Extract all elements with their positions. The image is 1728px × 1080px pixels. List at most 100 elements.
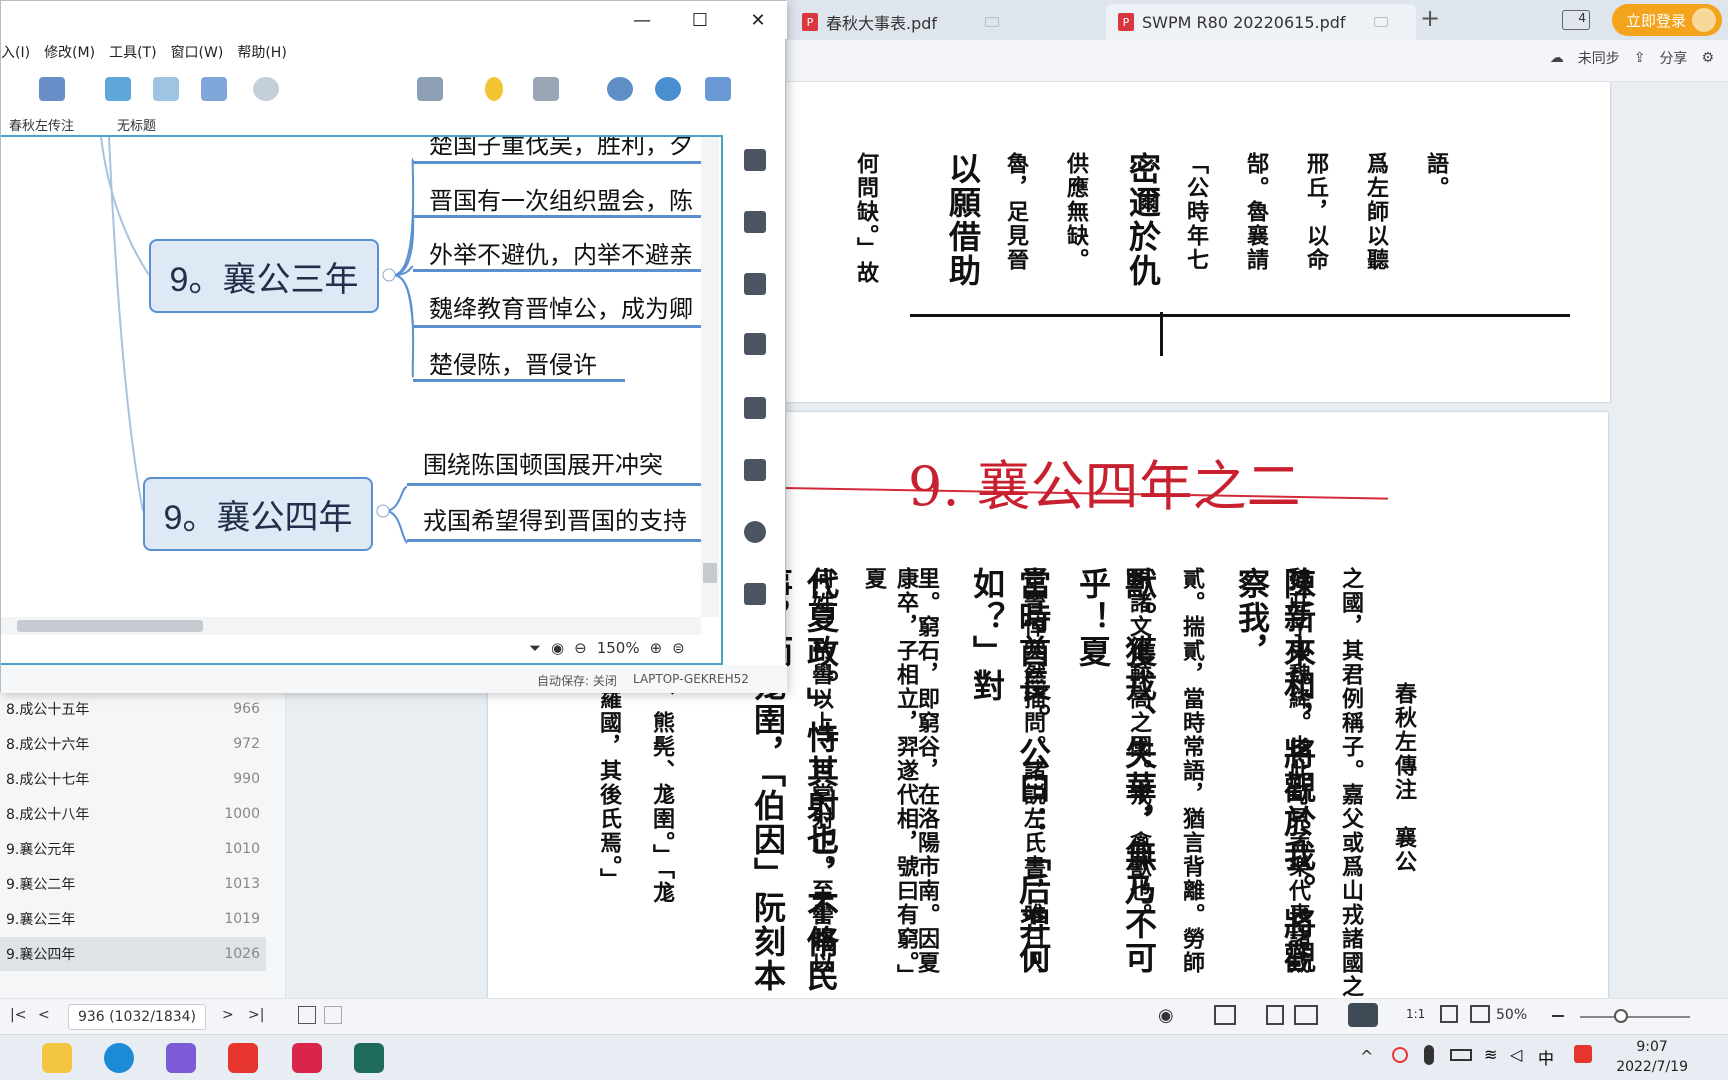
share-button[interactable]: 分享: [1659, 48, 1687, 68]
page-view-icon[interactable]: [1266, 1005, 1284, 1025]
photos-app-icon[interactable]: [166, 1043, 196, 1073]
vertical-scroll-thumb[interactable]: [703, 563, 717, 583]
format-brush-icon[interactable]: [744, 211, 766, 233]
fit-width-icon[interactable]: [1470, 1005, 1490, 1023]
clock[interactable]: 9:07 2022/7/19: [1616, 1037, 1688, 1077]
menu-window[interactable]: 窗口(W): [171, 42, 224, 62]
relationship-tool-icon[interactable]: [105, 77, 131, 101]
horizontal-scroll-thumb[interactable]: [17, 620, 203, 632]
wifi-icon[interactable]: ≋: [1484, 1045, 1497, 1064]
vertical-scrollbar[interactable]: [701, 137, 719, 617]
subtopic[interactable]: 楚侵陈，晋侵许: [429, 345, 629, 380]
next-page-icon[interactable]: >: [222, 1007, 234, 1023]
toc-item[interactable]: 8.成公十七年 990: [0, 762, 266, 796]
first-page-icon[interactable]: |<: [10, 1007, 26, 1023]
record-icon[interactable]: [1392, 1047, 1408, 1063]
tray-chevron-icon[interactable]: ^: [1360, 1047, 1373, 1066]
prev-page-icon[interactable]: <: [38, 1007, 50, 1023]
boundary-tool-icon[interactable]: [153, 77, 179, 101]
actual-size-icon[interactable]: 1:1: [1406, 1007, 1425, 1021]
menu-help[interactable]: 帮助(H): [237, 42, 286, 62]
menu-tools[interactable]: 工具(T): [109, 42, 156, 62]
image-icon[interactable]: [744, 273, 766, 295]
toc-item[interactable]: 9.襄公四年 1026: [0, 937, 266, 971]
minimize-button[interactable]: —: [613, 1, 671, 39]
login-button[interactable]: 立即登录: [1612, 4, 1722, 36]
search-icon[interactable]: [607, 77, 633, 101]
sheet-tab-untitled[interactable]: 无标题: [117, 115, 156, 134]
two-page-icon[interactable]: [1294, 1005, 1318, 1025]
subtopic[interactable]: 戎国希望得到晋国的支持: [423, 501, 703, 536]
ime-icon[interactable]: 中: [1538, 1045, 1554, 1069]
tab-preview-icon[interactable]: [985, 17, 1000, 27]
eye-icon[interactable]: ◉: [551, 639, 564, 657]
autosave-status[interactable]: 自动保存: 关闭: [537, 672, 617, 689]
menu-modify[interactable]: 修改(M): [44, 42, 95, 62]
zoom-in-icon[interactable]: ⊕: [650, 639, 663, 657]
outline-icon[interactable]: [533, 77, 559, 101]
mindmap-canvas[interactable]: 9。襄公三年 9。襄公四年 楚国子重伐吴，胜利，夕 晋国有一次组织盟会，陈 外举…: [1, 135, 723, 665]
more-tools-icon[interactable]: [253, 77, 279, 101]
share-icon[interactable]: [655, 77, 681, 101]
zoom-out-icon[interactable]: ⊖: [574, 639, 587, 657]
sogou-icon[interactable]: [1574, 1045, 1592, 1063]
topic-tool-icon[interactable]: [39, 77, 65, 101]
close-button[interactable]: ✕: [729, 1, 787, 39]
edge-browser-icon[interactable]: [104, 1043, 134, 1073]
toc-item[interactable]: 8.成公十五年 966: [0, 692, 266, 726]
zoom-level[interactable]: 150%: [597, 639, 640, 657]
forward-icon[interactable]: [324, 1006, 342, 1024]
eye-icon[interactable]: ◉: [1158, 1005, 1174, 1026]
fit-page-icon[interactable]: [1440, 1005, 1458, 1023]
volume-icon[interactable]: ◁: [1510, 1045, 1522, 1064]
filter-icon[interactable]: ⏷: [529, 639, 541, 657]
tab-chunqiu-pdf[interactable]: P 春秋大事表.pdf: [790, 4, 1100, 40]
menu-insert[interactable]: 入(I): [1, 42, 30, 62]
tab-swpm-pdf[interactable]: P SWPM R80 20220615.pdf: [1106, 4, 1416, 40]
zoom-level[interactable]: 50%: [1496, 1007, 1527, 1023]
topic-xianggong-3[interactable]: 9。襄公三年: [149, 239, 379, 313]
mic-icon[interactable]: [1424, 1045, 1434, 1065]
subtopic[interactable]: 围绕陈国顿国展开冲突: [423, 445, 703, 480]
maximize-button[interactable]: ☐: [671, 1, 729, 39]
zoom-out-icon[interactable]: [1552, 1015, 1564, 1017]
task-clipboard-icon[interactable]: [744, 583, 766, 605]
subtopic[interactable]: 晋国有一次组织盟会，陈: [429, 181, 709, 216]
toc-item[interactable]: 9.襄公三年 1019: [0, 902, 266, 936]
back-icon[interactable]: [298, 1006, 316, 1024]
xmind-taskbar-icon[interactable]: [292, 1043, 322, 1073]
tab-preview-icon[interactable]: [1373, 17, 1388, 27]
subtopic[interactable]: 楚国子重伐吴，胜利，夕: [429, 137, 709, 160]
summary-tool-icon[interactable]: [201, 77, 227, 101]
outline-panel-icon[interactable]: [744, 149, 766, 171]
last-page-icon[interactable]: >|: [248, 1007, 264, 1023]
presentation-icon[interactable]: [417, 77, 443, 101]
zoom-slider-track[interactable]: [1580, 1016, 1690, 1018]
toc-item[interactable]: 8.成公十六年 972: [0, 727, 266, 761]
idea-bulb-icon[interactable]: [485, 77, 503, 101]
notes-icon[interactable]: [744, 459, 766, 481]
subtopic[interactable]: 魏绛教育晋悼公，成为卿: [429, 289, 709, 324]
subtopic[interactable]: 外举不避仇，内举不避亲: [429, 235, 709, 270]
export-icon[interactable]: [705, 77, 731, 101]
marker-flag-icon[interactable]: [744, 333, 766, 355]
settings-icon[interactable]: ⚙: [1701, 50, 1714, 66]
zoom-slider-handle[interactable]: [1614, 1009, 1628, 1023]
font-style-icon[interactable]: [744, 397, 766, 419]
toc-item[interactable]: 9.襄公元年 1010: [0, 832, 266, 866]
sync-status[interactable]: 未同步: [1578, 48, 1620, 68]
sheet-tab-chunqiu[interactable]: 春秋左传注: [9, 115, 74, 134]
battery-icon[interactable]: [1450, 1049, 1472, 1061]
wps-icon[interactable]: [228, 1043, 258, 1073]
toc-item[interactable]: 9.襄公二年 1013: [0, 867, 266, 901]
single-page-icon[interactable]: [1214, 1005, 1236, 1025]
play-icon[interactable]: [1348, 1003, 1378, 1027]
zoom-menu-icon[interactable]: ⊜: [672, 639, 685, 657]
topic-xianggong-4[interactable]: 9。襄公四年: [143, 477, 373, 551]
comments-icon[interactable]: [744, 521, 766, 543]
new-tab-button[interactable]: +: [1420, 4, 1440, 32]
tab-count-badge[interactable]: 4: [1562, 10, 1590, 30]
horizontal-scrollbar[interactable]: [1, 617, 701, 635]
file-explorer-icon[interactable]: [42, 1043, 72, 1073]
toc-item[interactable]: 8.成公十八年 1000: [0, 797, 266, 831]
